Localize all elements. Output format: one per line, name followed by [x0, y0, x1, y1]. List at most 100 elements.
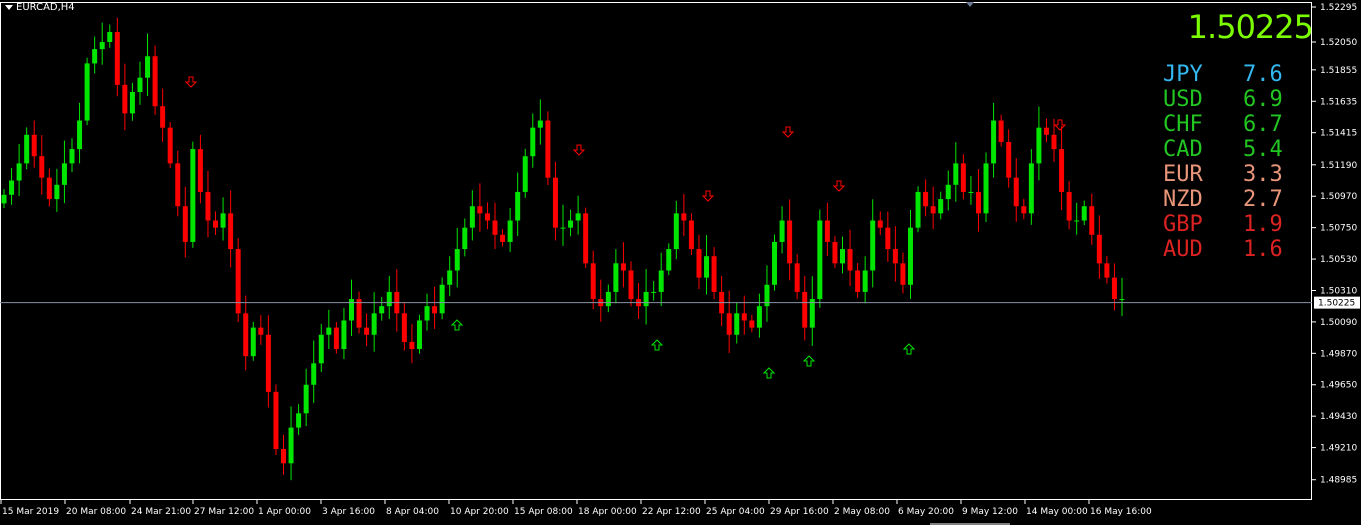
candle-body	[915, 191, 921, 228]
candle-body	[228, 213, 234, 250]
x-tick-label: 16 May 16:00	[1090, 507, 1152, 517]
candle-body	[552, 177, 558, 228]
candle-body	[983, 163, 989, 214]
strength-value: 6.9	[1243, 87, 1283, 112]
candle-body	[991, 120, 997, 164]
x-tick-label: 10 Apr 20:00	[450, 507, 509, 517]
candle-body	[975, 191, 981, 214]
current-price-tag-label: 1.50225	[1318, 299, 1355, 309]
candle-body	[409, 341, 415, 350]
y-tick-label: 1.51635	[1320, 97, 1357, 107]
candle-body	[628, 270, 634, 300]
candle-body	[213, 220, 219, 228]
candle-body	[16, 163, 22, 181]
sell-arrow-icon	[184, 76, 198, 88]
candle-body	[1104, 263, 1110, 278]
candle-body	[107, 31, 113, 42]
candle-body	[273, 391, 279, 450]
candle-body	[507, 220, 513, 242]
y-tick-label: 1.48985	[1320, 476, 1357, 486]
candle-body	[447, 270, 453, 285]
candle-body	[515, 191, 521, 221]
currency-code: USD	[1163, 87, 1203, 112]
candle-body	[318, 334, 324, 364]
x-tick-label: 8 Apr 04:00	[386, 507, 439, 517]
candle-body	[500, 234, 506, 242]
candlestick-chart[interactable]: 1.52295 1.52050 1.51855 1.51635 1.51415 1.511…	[0, 0, 1361, 525]
candle-body	[1096, 234, 1102, 264]
strength-row-cad: CAD 5.4	[1163, 137, 1283, 162]
buy-arrow-icon	[902, 343, 916, 355]
candle-body	[711, 256, 717, 292]
strength-row-gbp: GBP 1.9	[1163, 212, 1283, 237]
candle-body	[129, 91, 135, 114]
candle-body	[182, 206, 188, 242]
candle-body	[235, 249, 241, 314]
symbol-label[interactable]: EURCAD,H4	[5, 2, 75, 13]
y-tick-label: 1.50750	[1320, 224, 1357, 234]
y-tick-label: 1.52050	[1320, 38, 1357, 48]
strength-value: 1.6	[1243, 237, 1283, 262]
candle-body	[1074, 220, 1080, 222]
candle-body	[356, 299, 362, 328]
candle-body	[1021, 206, 1027, 214]
candle-body	[907, 227, 913, 285]
candle-body	[779, 220, 785, 242]
candle-body	[371, 313, 377, 335]
candle-body	[175, 163, 181, 207]
candle-body	[681, 213, 687, 221]
candle-body	[77, 120, 83, 150]
candle-body	[537, 120, 543, 128]
candle-body	[1119, 299, 1125, 301]
candle-body	[620, 263, 626, 271]
buy-arrow-icon	[450, 319, 464, 331]
plot-frame	[0, 2, 1312, 500]
candle-body	[568, 220, 574, 228]
currency-strength-panel: JPY 7.6 USD 6.9 CHF 6.7 CAD 5.4 EUR 3.3 NZD 2.7 GBP 1…	[1163, 62, 1283, 262]
x-tick-label: 15 Mar 2019	[2, 507, 59, 517]
candle-body	[855, 270, 861, 292]
shift-marker-icon[interactable]	[966, 2, 974, 7]
candle-body	[84, 63, 90, 121]
candle-body	[522, 156, 528, 192]
x-tick-label: 6 May 20:00	[898, 507, 954, 517]
candle-body	[938, 199, 944, 214]
candle-body	[923, 191, 929, 207]
candle-body	[152, 56, 158, 107]
candle-body	[190, 149, 196, 242]
currency-code: CHF	[1163, 112, 1203, 137]
candle-body	[802, 291, 808, 328]
currency-code: AUD	[1163, 237, 1203, 262]
candle-body	[46, 177, 52, 200]
y-tick-label: 1.51855	[1320, 66, 1357, 76]
candle-body	[877, 220, 883, 228]
candle-body	[484, 213, 490, 221]
buy-arrow-icon	[762, 367, 776, 379]
candle-body	[69, 149, 75, 164]
candle-body	[953, 163, 959, 185]
current-price-display: 1.50225	[1187, 8, 1314, 46]
candle-body	[643, 291, 649, 307]
x-tick-label: 2 May 08:00	[834, 507, 890, 517]
dropdown-triangle-icon[interactable]	[5, 4, 13, 10]
strength-row-eur: EUR 3.3	[1163, 162, 1283, 187]
candle-body	[326, 327, 332, 335]
sell-arrow-icon	[832, 180, 846, 192]
candle-body	[364, 327, 370, 335]
candle-body	[432, 306, 438, 314]
x-tick-label: 24 Mar 21:00	[131, 507, 191, 517]
candle-body	[281, 449, 286, 464]
currency-code: JPY	[1163, 62, 1203, 87]
candle-body	[39, 156, 45, 178]
candle-body	[1028, 163, 1034, 214]
candle-body	[220, 213, 226, 228]
strength-value: 3.3	[1243, 162, 1283, 187]
sell-arrow-icon	[781, 126, 795, 138]
candle-body	[605, 291, 611, 307]
currency-code: CAD	[1163, 137, 1203, 162]
candle-body	[998, 120, 1004, 142]
candle-body	[1051, 134, 1057, 150]
candle-body	[583, 213, 589, 264]
candle-body	[462, 227, 468, 250]
candle-body	[54, 184, 60, 200]
